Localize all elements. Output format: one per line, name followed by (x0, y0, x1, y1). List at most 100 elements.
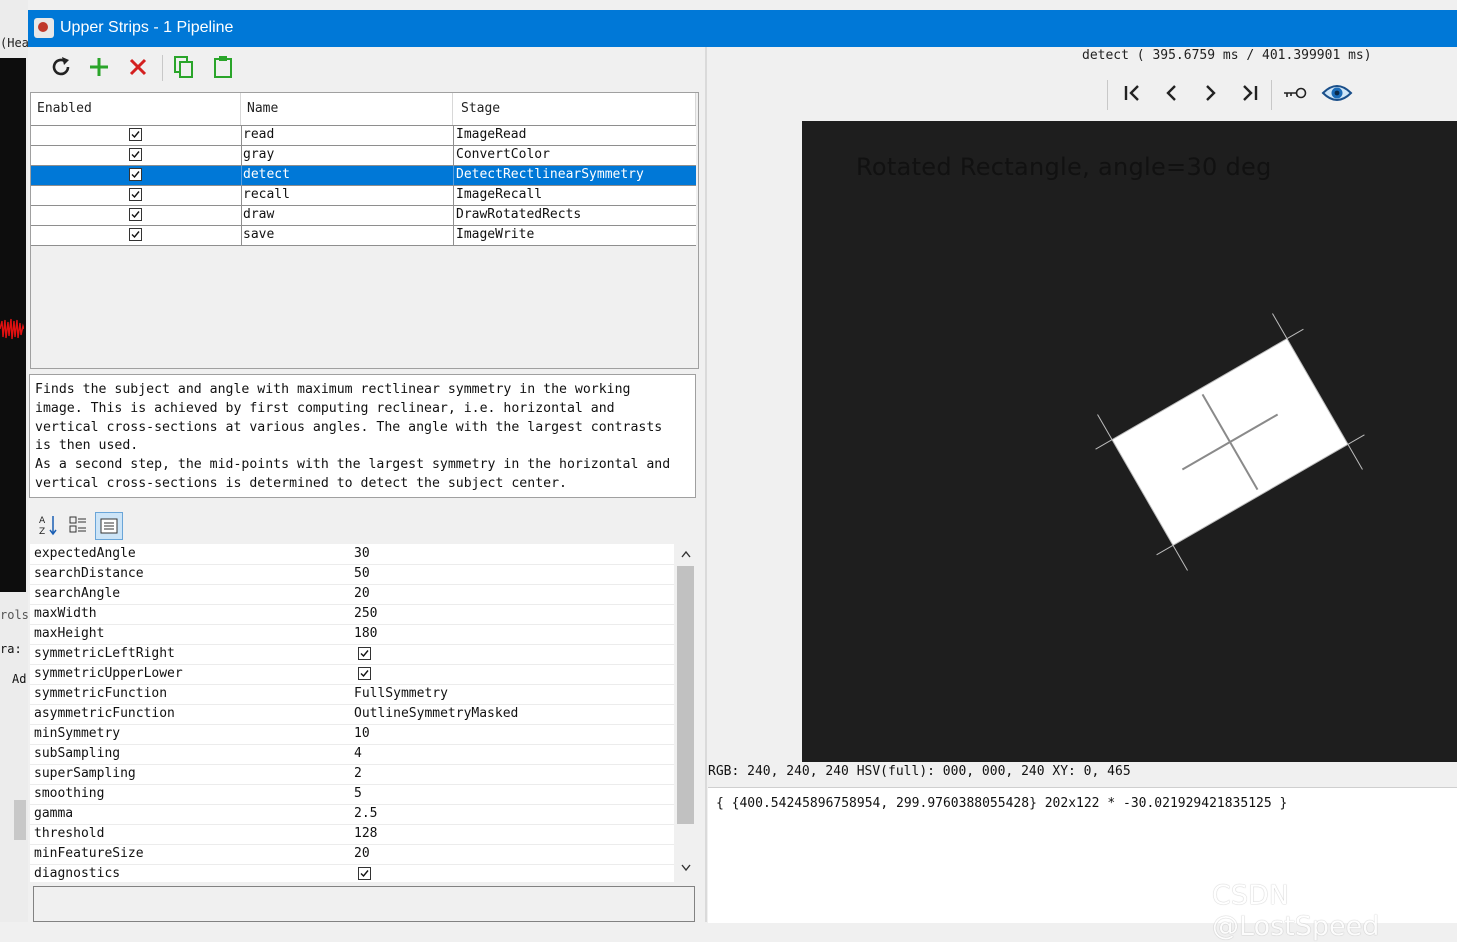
property-scrollbar-thumb[interactable] (677, 566, 694, 824)
cell-divider (453, 146, 454, 166)
property-value[interactable]: 2 (354, 766, 362, 781)
copy-button[interactable] (168, 51, 200, 83)
watermark: CSDN @LostSpeed (1212, 880, 1380, 942)
stage-table: Enabled Name Stage read ImageRead gray Conv… (30, 92, 699, 369)
property-value[interactable]: 20 (354, 846, 370, 861)
stage-type[interactable]: ConvertColor (456, 147, 550, 162)
stage-enabled-checkbox[interactable] (129, 148, 142, 161)
stage-type[interactable]: ImageRecall (456, 187, 542, 202)
nav-separator (1271, 80, 1272, 110)
property-row[interactable]: minFeatureSize 20 (30, 844, 674, 865)
background-label: ra: (0, 642, 22, 656)
property-name: minFeatureSize (34, 846, 144, 861)
svg-text:A: A (39, 516, 46, 526)
splitter[interactable] (705, 47, 707, 922)
property-value[interactable]: 250 (354, 606, 377, 621)
pin-button[interactable] (1281, 80, 1309, 106)
delete-stage-button[interactable] (122, 51, 154, 83)
scroll-down-icon[interactable] (681, 864, 691, 872)
add-stage-button[interactable] (83, 51, 115, 83)
stage-name[interactable]: read (243, 127, 274, 142)
paste-button[interactable] (207, 51, 239, 83)
stage-enabled-checkbox[interactable] (129, 188, 142, 201)
add-icon (90, 58, 108, 76)
property-value[interactable]: 20 (354, 586, 370, 601)
image-canvas[interactable]: Rotated Rectangle, angle=30 deg (802, 121, 1457, 762)
stage-type[interactable]: DrawRotatedRects (456, 207, 581, 222)
stage-name[interactable]: detect (243, 167, 290, 182)
cell-divider (241, 126, 242, 146)
last-frame-button[interactable] (1235, 80, 1263, 106)
property-value[interactable]: 50 (354, 566, 370, 581)
property-row[interactable]: minSymmetry 10 (30, 724, 674, 745)
stage-name[interactable]: gray (243, 147, 274, 162)
next-frame-button[interactable] (1196, 80, 1224, 106)
column-header-enabled[interactable]: Enabled (31, 93, 241, 125)
property-row[interactable]: asymmetricFunction OutlineSymmetryMasked (30, 704, 674, 725)
property-checkbox[interactable] (358, 867, 371, 880)
copy-icon (174, 56, 193, 78)
property-row[interactable]: threshold 128 (30, 824, 674, 845)
property-row[interactable]: superSampling 2 (30, 764, 674, 785)
property-row[interactable]: maxWidth 250 (30, 604, 674, 625)
background-label: (Hea (0, 36, 29, 50)
property-name: searchAngle (34, 586, 121, 601)
stage-name[interactable]: recall (243, 187, 290, 202)
column-header-name[interactable]: Name (241, 93, 453, 125)
stage-row[interactable]: gray ConvertColor (31, 145, 696, 166)
stage-enabled-checkbox[interactable] (129, 208, 142, 221)
column-header-stage[interactable]: Stage (453, 93, 696, 125)
cell-divider (453, 206, 454, 226)
stage-type[interactable]: DetectRectlinearSymmetry (456, 167, 644, 182)
property-value[interactable]: 128 (354, 826, 377, 841)
property-checkbox[interactable] (358, 647, 371, 660)
property-value[interactable]: FullSymmetry (354, 686, 448, 701)
first-frame-button[interactable] (1119, 80, 1147, 106)
property-row[interactable]: smoothing 5 (30, 784, 674, 805)
property-checkbox[interactable] (358, 667, 371, 680)
property-name: threshold (34, 826, 105, 841)
property-row[interactable]: gamma 2.5 (30, 804, 674, 825)
stage-row[interactable]: draw DrawRotatedRects (31, 205, 696, 226)
categorized-button[interactable] (65, 512, 91, 538)
eye-icon (1321, 85, 1353, 101)
property-value[interactable]: 5 (354, 786, 362, 801)
property-row[interactable]: searchAngle 20 (30, 584, 674, 605)
property-row[interactable]: subSampling 4 (30, 744, 674, 765)
stage-enabled-checkbox[interactable] (129, 228, 142, 241)
property-pages-button[interactable] (95, 512, 123, 540)
background-label: Ad (12, 672, 27, 686)
scroll-up-icon[interactable] (681, 550, 691, 558)
property-value[interactable]: 180 (354, 626, 377, 641)
stage-row[interactable]: read ImageRead (31, 125, 696, 146)
property-row[interactable]: expectedAngle 30 (30, 544, 674, 565)
window-titlebar[interactable]: Upper Strips - 1 Pipeline (28, 10, 1457, 47)
stage-type[interactable]: ImageWrite (456, 227, 534, 242)
stage-type[interactable]: ImageRead (456, 127, 526, 142)
sort-alpha-button[interactable]: AZ (35, 512, 61, 538)
property-name: minSymmetry (34, 726, 121, 741)
property-row[interactable]: maxHeight 180 (30, 624, 674, 645)
property-value[interactable]: 30 (354, 546, 370, 561)
property-name: superSampling (34, 766, 136, 781)
stage-row[interactable]: detect DetectRectlinearSymmetry (31, 165, 696, 186)
previous-frame-button[interactable] (1158, 80, 1186, 106)
property-row[interactable]: diagnostics (30, 864, 674, 882)
property-row[interactable]: symmetricLeftRight (30, 644, 674, 665)
refresh-button[interactable] (45, 51, 77, 83)
cell-divider (241, 166, 242, 186)
property-row[interactable]: symmetricUpperLower (30, 664, 674, 685)
property-row[interactable]: searchDistance 50 (30, 564, 674, 585)
stage-name[interactable]: save (243, 227, 274, 242)
property-row[interactable]: symmetricFunction FullSymmetry (30, 684, 674, 705)
stage-row[interactable]: recall ImageRecall (31, 185, 696, 206)
property-value[interactable]: OutlineSymmetryMasked (354, 706, 518, 721)
property-value[interactable]: 10 (354, 726, 370, 741)
property-value[interactable]: 2.5 (354, 806, 377, 821)
stage-enabled-checkbox[interactable] (129, 128, 142, 141)
stage-enabled-checkbox[interactable] (129, 168, 142, 181)
stage-row[interactable]: save ImageWrite (31, 225, 696, 246)
property-value[interactable]: 4 (354, 746, 362, 761)
stage-name[interactable]: draw (243, 207, 274, 222)
show-image-button[interactable] (1320, 80, 1354, 106)
